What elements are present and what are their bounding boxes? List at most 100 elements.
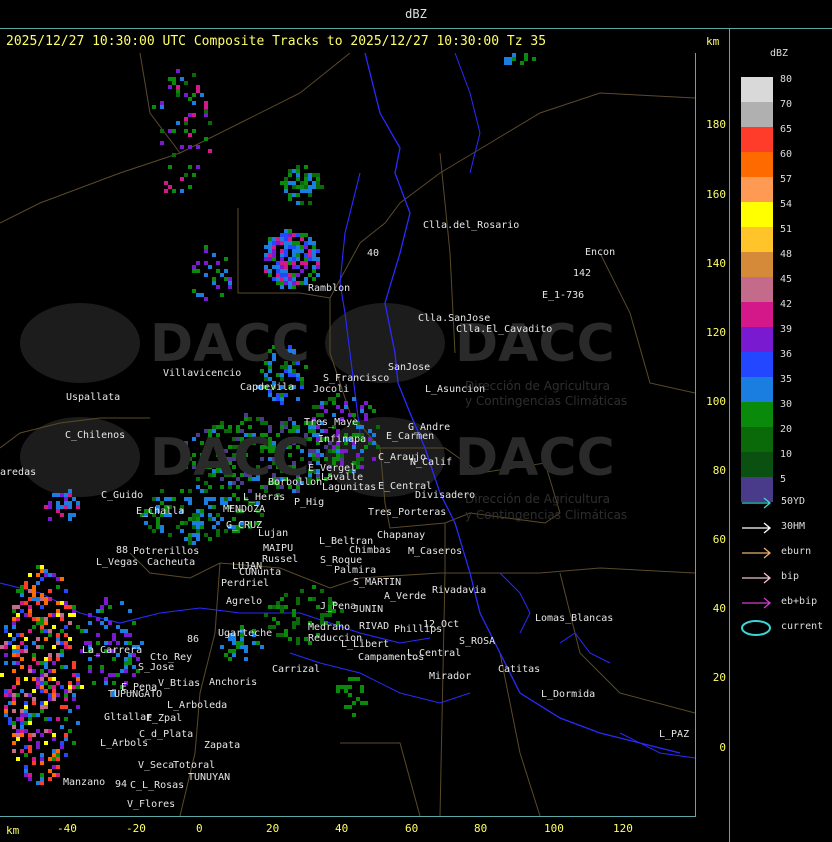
place-label: Uspallata: [66, 392, 121, 403]
radar-echo-cell: [28, 605, 32, 609]
radar-echo-cell: [284, 245, 288, 249]
radar-echo-cell: [300, 185, 304, 189]
radar-echo-cell: [216, 285, 220, 289]
radar-echo-cell: [20, 609, 24, 613]
radar-echo-cell: [224, 269, 228, 273]
radar-echo-cell: [72, 661, 76, 665]
radar-echo-cell: [228, 285, 232, 289]
radar-echo-cell: [44, 717, 48, 721]
place-label: MAIPU: [263, 543, 294, 554]
radar-echo-cell: [12, 649, 16, 653]
radar-echo-cell: [280, 597, 284, 601]
radar-echo-cell: [16, 733, 20, 737]
radar-echo-cell: [48, 729, 52, 733]
radar-echo-cell: [360, 701, 364, 705]
radar-echo-cell: [176, 525, 180, 529]
radar-echo-cell: [52, 661, 56, 665]
radar-echo-cell: [12, 697, 16, 701]
radar-echo-cell: [348, 693, 352, 697]
radar-echo-cell: [300, 377, 304, 381]
radar-echo-cell: [12, 645, 16, 649]
radar-echo-cell: [64, 733, 68, 737]
radar-echo-cell: [304, 173, 308, 177]
legend-swatch-65: [741, 127, 773, 152]
radar-echo-cell: [164, 181, 168, 185]
radar-echo-cell: [284, 593, 288, 597]
radar-echo-cell: [312, 245, 316, 249]
legend-value-10: 10: [780, 449, 793, 460]
radar-echo-cell: [272, 249, 276, 253]
radar-echo-cell: [288, 241, 292, 245]
radar-echo-cell: [40, 685, 44, 689]
track-arrow-icon: [742, 547, 772, 559]
radar-echo-cell: [272, 277, 276, 281]
radar-echo-cell: [4, 629, 8, 633]
department-border: [439, 523, 446, 816]
window-title: dBZ: [405, 7, 427, 21]
radar-echo-cell: [184, 129, 188, 133]
department-border: [499, 652, 541, 816]
radar-echo-cell: [284, 281, 288, 285]
radar-echo-cell: [44, 569, 48, 573]
radar-echo-cell: [284, 253, 288, 257]
radar-echo-cell: [48, 777, 52, 781]
place-label: L_Arbols: [100, 738, 149, 749]
radar-echo-cell: [264, 257, 268, 261]
radar-echo-cell: [48, 757, 52, 761]
track-label-ebbip: eb+bip: [781, 596, 818, 607]
radar-echo-cell: [308, 189, 312, 193]
radar-echo-cell: [60, 513, 64, 517]
place-label: L_PAZ: [659, 729, 690, 740]
radar-echo-cell: [60, 665, 64, 669]
radar-echo-cell: [176, 69, 180, 73]
radar-echo-cell: [288, 417, 292, 421]
radar-echo-cell: [288, 261, 292, 265]
radar-echo-cell: [56, 757, 60, 761]
radar-echo-cell: [296, 253, 300, 257]
legend-value-54: 54: [780, 199, 793, 210]
legend-swatch-57: [741, 177, 773, 202]
radar-echo-cell: [16, 693, 20, 697]
legend-swatch-35: [741, 377, 773, 402]
radar-echo-cell: [304, 265, 308, 269]
radar-echo-cell: [152, 105, 156, 109]
radar-echo-cell: [372, 433, 376, 437]
radar-echo-cell: [280, 421, 284, 425]
place-label: P_Hig: [294, 497, 325, 508]
radar-echo-cell: [64, 753, 68, 757]
radar-echo-cell: [16, 617, 20, 621]
radar-echo-cell: [280, 253, 284, 257]
radar-echo-cell: [364, 701, 368, 705]
radar-echo-cell: [16, 677, 20, 681]
radar-echo-cell: [324, 401, 328, 405]
radar-echo-cell: [16, 589, 20, 593]
radar-echo-cell: [28, 609, 32, 613]
radar-echo-cell: [304, 233, 308, 237]
radar-echo-cell: [316, 249, 320, 253]
legend-value-35: 35: [780, 374, 793, 385]
radar-echo-cell: [356, 453, 360, 457]
radar-echo-cell: [204, 497, 208, 501]
radar-echo-cell: [0, 673, 4, 677]
radar-echo-cell: [192, 517, 196, 521]
radar-echo-cell: [56, 693, 60, 697]
radar-echo-cell: [264, 377, 268, 381]
radar-echo-cell: [20, 721, 24, 725]
radar-echo-cell: [16, 757, 20, 761]
radar-echo-cell: [304, 177, 308, 181]
radar-echo-cell: [132, 665, 136, 669]
radar-echo-cell: [336, 685, 340, 689]
radar-echo-cell: [208, 121, 212, 125]
radar-echo-cell: [312, 433, 316, 437]
legend-value-51: 51: [780, 224, 793, 235]
radar-echo-cell: [508, 57, 512, 61]
radar-echo-cell: [44, 573, 48, 577]
radar-echo-cell: [344, 685, 348, 689]
radar-echo-cell: [32, 733, 36, 737]
radar-echo-cell: [188, 517, 192, 521]
radar-echo-cell: [36, 573, 40, 577]
radar-echo-cell: [56, 585, 60, 589]
radar-echo-cell: [40, 705, 44, 709]
radar-echo-cell: [244, 413, 248, 417]
place-label: 142: [573, 268, 592, 279]
